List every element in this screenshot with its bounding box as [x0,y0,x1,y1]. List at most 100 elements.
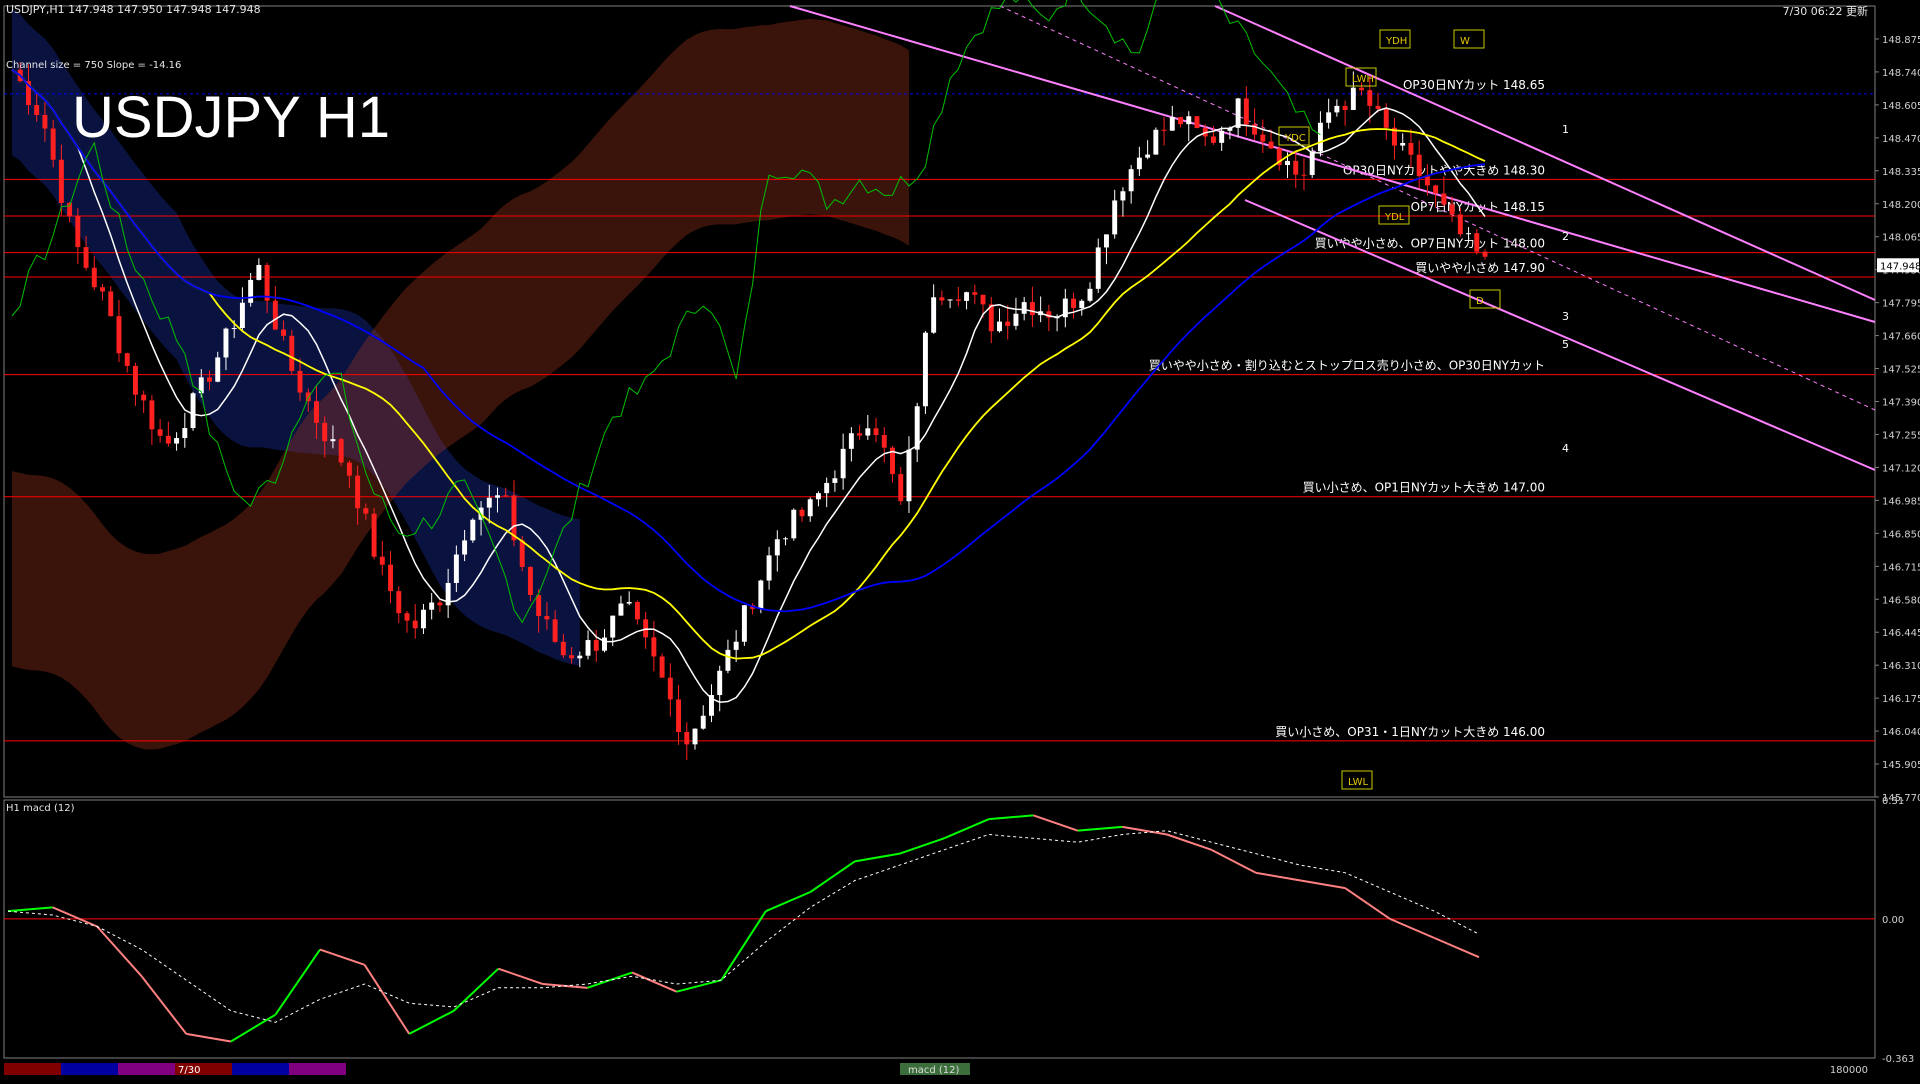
candle-body [486,497,492,508]
candle-body [124,353,130,366]
marker-label-6: LWL [1348,777,1369,788]
bottom-date-label: 7/30 [178,1065,200,1076]
candle-body [1005,321,1011,326]
candle-body [231,328,237,330]
candle-body [1383,109,1389,128]
candle-body [34,105,40,116]
bottom-bar-segment-0 [4,1063,61,1075]
macd-panel-border [3,799,1876,1059]
level-label-0: OP30日NYカット 148.65 [1403,78,1545,92]
candle-body [314,401,319,423]
indicator-tab-label: macd (12) [908,1065,960,1076]
candle-body [527,566,533,596]
candle-body [840,448,846,479]
candle-body [832,478,838,483]
candle-body [355,475,361,509]
candle-body [75,216,81,248]
candle-body [1128,169,1134,192]
candle-body [939,297,945,301]
candle-body [1359,87,1365,91]
macd-label: H1 macd (12) [6,803,75,814]
candle-body [552,619,558,642]
candle-body [297,370,303,393]
candle-body [922,332,928,407]
macd-segment [854,852,900,863]
candle-body [149,400,155,430]
price-chart: OP30日NYカット 148.65OP30日NYカットやや大きめ 148.30O… [3,0,1920,1076]
candle-body [1441,193,1447,205]
candle-body [1268,141,1274,149]
macd-tick-label: 0.00 [1882,915,1904,926]
candle-body [396,591,402,614]
candle-body [437,602,443,606]
level-label-6: 買い小さめ、OP1日NYカット大きめ 147.00 [1303,481,1545,495]
candle-body [560,641,566,656]
price-tick-label: 146.985 [1882,496,1920,507]
candle-body [1424,176,1430,186]
candle-body [207,377,212,382]
candle-body [955,299,961,301]
bottom-bar-segment-1 [61,1063,118,1075]
price-tick-label: 148.605 [1882,101,1920,112]
candle-body [42,115,48,129]
price-tick-label: 147.795 [1882,299,1920,310]
candle-body [1243,98,1249,125]
candle-body [848,433,854,449]
candle-body [165,435,171,444]
marker-label-0: YDH [1385,36,1407,47]
candle-body [947,299,953,301]
candle-body [544,615,550,620]
candle-body [256,264,262,280]
candle-body [50,128,56,160]
price-tick-label: 146.040 [1882,727,1920,738]
candle-body [429,602,435,610]
candle-body [272,300,278,330]
candle-body [1161,129,1167,131]
macd-segment [498,967,544,985]
candle-body [774,539,780,556]
candle-body [264,264,270,301]
candle-body [91,267,97,288]
candle-body [857,433,863,436]
macd-segment [1211,848,1257,874]
candle-body [1408,142,1414,155]
candle-body [215,357,221,382]
candle-body [684,732,690,745]
macd-segment [1255,871,1301,882]
candle-body [289,335,295,371]
candle-body [1474,233,1480,252]
price-tick-label: 146.715 [1882,562,1920,573]
macd-segment [140,975,188,1035]
candle-body [1235,98,1241,128]
marker-label-1: W [1460,36,1470,47]
price-tick-label: 146.310 [1882,661,1920,672]
candle-body [593,640,599,651]
channel-number-0: 1 [1562,123,1569,136]
update-timestamp: 7/30 06:22 更新 [1782,5,1868,18]
candle-body [725,649,731,671]
candle-body [470,519,476,541]
candle-body [1112,200,1118,235]
candle-body [1029,302,1035,316]
candle-body [1334,105,1340,113]
candle-body [791,509,797,539]
macd-segment [1344,887,1391,920]
price-tick-label: 146.175 [1882,694,1920,705]
candle-body [1079,300,1085,309]
macd-segment [1300,879,1346,890]
candle-body [182,428,188,439]
candle-body [1326,112,1332,123]
symbol-info: USDJPY,H1 147.948 147.950 147.948 147.94… [6,3,261,16]
candle-body [1095,247,1101,289]
candle-body [741,605,747,642]
candle-body [1194,116,1200,129]
candle-body [1375,105,1381,110]
candle-body [58,159,64,203]
candle-body [330,439,336,442]
candle-body [190,393,196,429]
candle-body [1309,151,1315,175]
candle-body [799,509,805,517]
price-tick-label: 148.875 [1882,35,1920,46]
candle-body [815,493,821,500]
level-label-4: 買いやや小さめ 147.90 [1415,261,1545,275]
